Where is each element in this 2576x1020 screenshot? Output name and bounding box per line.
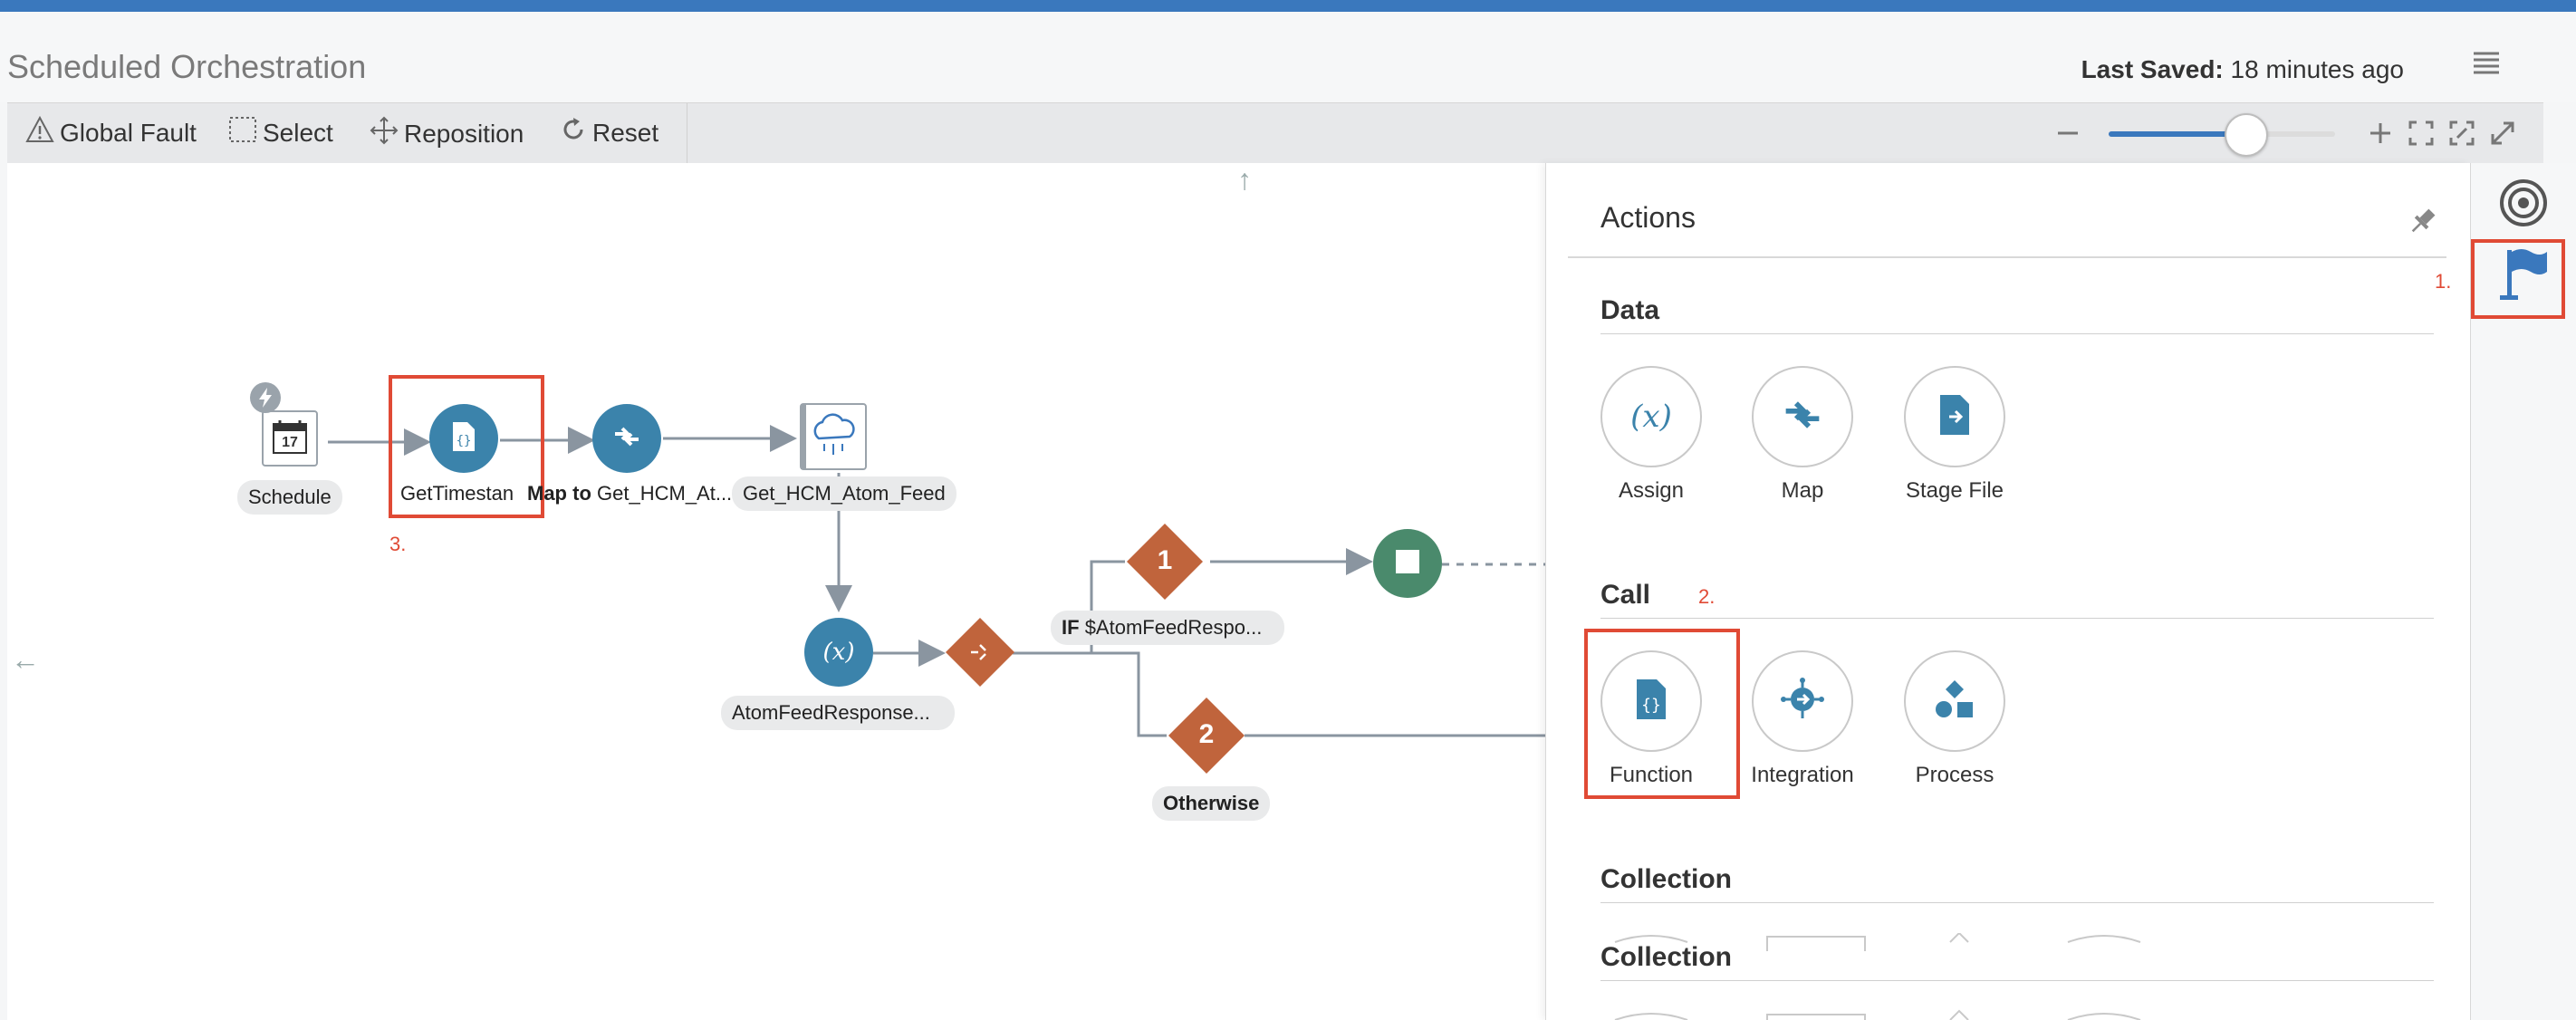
actions-panel-title: Actions xyxy=(1600,201,1696,234)
map-node[interactable] xyxy=(592,404,661,473)
actions-panel: Actions Data (x) Assign Map Stage File C… xyxy=(1545,163,2470,1020)
zoom-controls xyxy=(2036,103,2543,163)
integration-icon xyxy=(1780,677,1825,727)
action-integration-label: Integration xyxy=(1751,763,1854,787)
action-stage-file[interactable]: Stage File xyxy=(1878,366,2032,504)
canvas-toolbar: Global Fault Select Reposition Reset xyxy=(7,102,2543,164)
map-name: Get_HCM_At... xyxy=(597,482,733,505)
branch-1-prefix: IF xyxy=(1062,616,1080,639)
schedule-node[interactable]: 17 xyxy=(250,382,322,473)
branch-1-number: 1 xyxy=(1157,545,1173,575)
action-process[interactable]: Process xyxy=(1878,650,2032,788)
branch-1-node[interactable]: 1 xyxy=(1125,522,1205,601)
hamburger-menu-icon[interactable] xyxy=(2471,48,2502,79)
section-call-line xyxy=(1600,618,2434,619)
assign-icon: (x) xyxy=(1630,399,1672,435)
highlight-box-flag xyxy=(2471,239,2565,319)
select-button[interactable]: Select xyxy=(228,116,333,149)
switch-node[interactable] xyxy=(944,616,1016,688)
annotation-3: 3. xyxy=(389,533,407,555)
select-label: Select xyxy=(263,118,333,147)
action-process-label: Process xyxy=(1915,763,1994,787)
top-accent-bar xyxy=(0,0,2576,12)
assign-label: AtomFeedResponse... xyxy=(721,696,955,730)
invoke-label: Get_HCM_Atom_Feed xyxy=(732,476,956,511)
highlight-box-function xyxy=(1584,629,1740,799)
map-prefix: Map to xyxy=(527,482,591,505)
global-fault-button[interactable]: Global Fault xyxy=(25,115,197,149)
action-stage-file-label: Stage File xyxy=(1905,478,2004,503)
otherwise-label: Otherwise xyxy=(1152,786,1271,821)
annotation-2: 2. xyxy=(1698,585,1716,608)
reset-button[interactable]: Reset xyxy=(560,116,658,149)
last-saved-label: Last Saved: xyxy=(2081,55,2224,83)
reposition-button[interactable]: Reposition xyxy=(370,116,524,151)
section-collection-line xyxy=(1600,902,2434,903)
page-title: Scheduled Orchestration xyxy=(7,48,367,85)
highlight-box-get-timestamp xyxy=(389,375,544,518)
reset-label: Reset xyxy=(592,118,659,147)
map-icon xyxy=(611,421,642,457)
map-node-label: Map to Get_HCM_At... xyxy=(527,482,739,505)
calendar-day: 17 xyxy=(282,435,298,450)
action-assign-label: Assign xyxy=(1618,478,1685,503)
warning-icon xyxy=(25,115,54,149)
zoom-in-icon[interactable] xyxy=(2367,120,2394,147)
branch-1-condition: $AtomFeedRespo... xyxy=(1084,616,1263,639)
reposition-label: Reposition xyxy=(404,119,524,148)
fit-to-screen-icon[interactable] xyxy=(2408,120,2435,147)
zoom-out-icon[interactable] xyxy=(2054,120,2081,147)
section-collection-2: Collection xyxy=(1600,942,1733,972)
zoom-slider-handle[interactable] xyxy=(2225,113,2268,157)
flow-connectors xyxy=(328,425,1547,737)
lightning-icon xyxy=(250,382,281,413)
section-call: Call xyxy=(1600,580,1651,610)
action-assign[interactable]: (x) Assign xyxy=(1574,366,1728,504)
map-icon xyxy=(1781,393,1824,441)
assign-icon: (x) xyxy=(822,639,855,666)
branch-1-label: IF $AtomFeedRespo... xyxy=(1051,611,1284,645)
collection-2-items-partial xyxy=(1614,1009,2141,1020)
last-saved-value: 18 minutes ago xyxy=(2230,55,2404,83)
invoke-node[interactable] xyxy=(797,400,870,473)
right-rail: 1. xyxy=(2435,163,2576,1020)
schedule-label: Schedule xyxy=(237,480,342,515)
expand-icon[interactable] xyxy=(2489,120,2516,147)
section-collection: Collection xyxy=(1600,864,1733,894)
annotation-1: 1. xyxy=(2435,270,2452,293)
pin-icon[interactable] xyxy=(2407,205,2439,237)
end-node[interactable] xyxy=(1373,529,1442,598)
reset-icon xyxy=(560,116,587,149)
orchestration-canvas[interactable]: ↑ ← 17 Schedule {} GetTimestan 3. Map to… xyxy=(7,163,1547,1020)
action-map-label: Map xyxy=(1781,478,1824,503)
branch-2-number: 2 xyxy=(1198,719,1215,749)
global-fault-label: Global Fault xyxy=(60,118,197,147)
move-icon xyxy=(370,116,399,151)
page-header: Scheduled Orchestration Last Saved: 18 m… xyxy=(0,12,2576,102)
actual-size-icon[interactable] xyxy=(2448,120,2475,147)
assign-node[interactable]: (x) xyxy=(804,618,873,687)
last-saved-status: Last Saved: 18 minutes ago xyxy=(2081,55,2404,84)
section-collection-2-line xyxy=(1600,980,2434,981)
action-integration[interactable]: Integration xyxy=(1725,650,1879,788)
branch-2-node[interactable]: 2 xyxy=(1167,696,1246,775)
stage-file-icon xyxy=(1937,393,1973,441)
action-map[interactable]: Map xyxy=(1725,366,1879,504)
stop-icon xyxy=(1394,548,1421,580)
panel-divider xyxy=(1568,256,2446,258)
section-data: Data xyxy=(1600,295,1660,325)
select-icon xyxy=(228,116,257,149)
process-icon xyxy=(1932,677,1977,727)
zoom-slider-track[interactable] xyxy=(2109,113,2335,157)
target-icon[interactable] xyxy=(2496,176,2551,230)
section-data-line xyxy=(1600,333,2434,334)
